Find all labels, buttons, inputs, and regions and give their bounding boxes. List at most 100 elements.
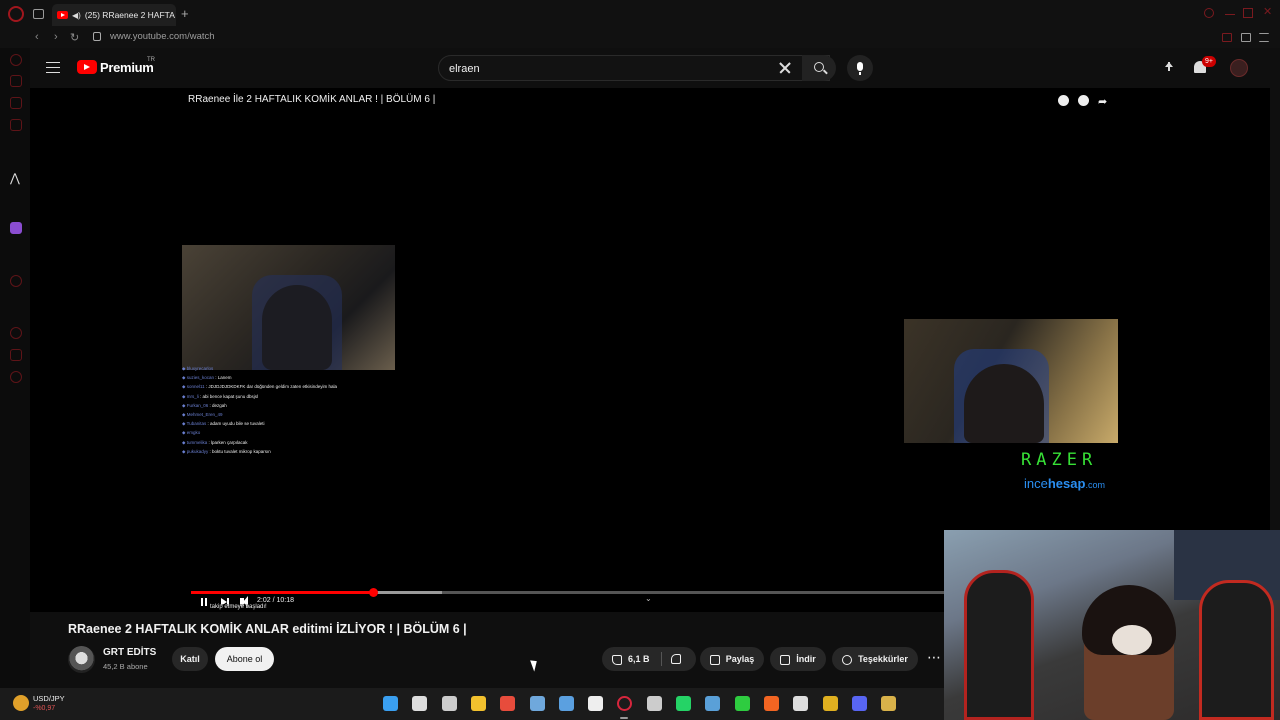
sidebar-aria-icon[interactable]: ⋀	[10, 171, 22, 185]
download-button[interactable]: İndir	[770, 647, 826, 671]
hamburger-menu-icon[interactable]	[46, 62, 60, 73]
browser-tab-bar: ◀) (25) RRaenee 2 HAFTA + ✕	[0, 0, 1280, 28]
chevron-down-icon[interactable]: ⌄	[645, 594, 652, 603]
chat-message: ◆ bluxyrecarlos	[182, 366, 213, 372]
taskbar-task-view-icon[interactable]	[441, 696, 457, 711]
taskbar-app-2-icon[interactable]	[529, 696, 545, 711]
like-button[interactable]: 6,1 B	[612, 647, 650, 671]
taskbar-discord-icon[interactable]	[851, 696, 867, 711]
sidebar-control-icon[interactable]	[10, 54, 22, 66]
easy-setup-icon[interactable]	[1259, 33, 1269, 42]
sidebar-settings-icon[interactable]	[10, 371, 22, 383]
chat-message: ◆ pukukadyy : boktu tuvalet mikrop kapar…	[182, 449, 271, 455]
voice-search-button[interactable]	[847, 55, 873, 81]
chat-username: ◆ mrs_li	[182, 393, 199, 399]
channel-avatar[interactable]	[68, 646, 95, 673]
info-icon[interactable]	[1058, 95, 1069, 106]
sidebar-discord-icon[interactable]	[10, 119, 22, 131]
opera-gx-logo-icon[interactable]	[8, 6, 24, 22]
taskbar-app-6-icon[interactable]	[881, 696, 897, 711]
download-icon[interactable]	[1241, 33, 1251, 42]
progress-played	[191, 591, 374, 594]
taskbar-obs-icon[interactable]	[588, 696, 604, 711]
taskbar-epic-games-icon[interactable]	[646, 696, 662, 711]
taskbar-brave-icon[interactable]	[763, 696, 779, 711]
sidebar-pinboard-icon[interactable]	[10, 349, 22, 361]
sidebar-history-icon[interactable]	[10, 327, 22, 339]
video-title: RRaenee 2 HAFTALIK KOMİK ANLAR editimi İ…	[68, 622, 467, 636]
taskbar-steam-icon[interactable]	[705, 696, 721, 711]
screenshot-icon[interactable]	[1222, 33, 1232, 42]
url-field[interactable]: www.youtube.com/watch	[110, 31, 215, 42]
sidebar-twitch-app-icon[interactable]	[10, 222, 22, 234]
subscriber-count: 45,2 B abone	[103, 662, 148, 671]
taskbar-search-icon[interactable]	[412, 696, 428, 711]
tab-title: (25) RRaenee 2 HAFTA	[84, 10, 175, 20]
search-input[interactable]	[449, 61, 749, 77]
taskbar-xbox-icon[interactable]	[734, 696, 750, 711]
channel-name[interactable]: GRT EDİTS	[103, 647, 156, 658]
upload-icon[interactable]	[1163, 62, 1175, 74]
active-app-indicator	[620, 717, 629, 719]
stream-chat: ◆ bluxyrecarlos ◆ suzies_kocan : Lanem ◆ …	[182, 366, 422, 462]
youtube-premium-logo-text[interactable]: Premium	[100, 60, 154, 75]
more-actions-button[interactable]: ⋯	[924, 647, 944, 671]
tab-search-icon[interactable]	[1204, 8, 1214, 18]
taskbar-file-explorer-icon[interactable]	[470, 696, 486, 711]
incehesap-logo-hesap: hesap	[1047, 476, 1086, 491]
gaming-chair-right	[1199, 580, 1274, 720]
subscribe-button[interactable]: Abone ol	[215, 647, 274, 671]
pause-icon[interactable]	[201, 598, 207, 606]
microphone-icon	[857, 62, 863, 71]
chat-text: : dezgah	[208, 402, 227, 408]
dislike-button[interactable]	[671, 654, 681, 664]
taskbar-opera-gx-icon[interactable]	[617, 696, 633, 711]
watch-later-icon[interactable]	[1078, 95, 1089, 106]
maximize-button[interactable]	[1243, 8, 1253, 18]
close-window-button[interactable]: ✕	[1263, 5, 1273, 18]
gaming-chair-left	[964, 570, 1034, 720]
sidebar-twitch-icon[interactable]	[10, 97, 22, 109]
progress-bar[interactable]	[191, 588, 951, 597]
taskbar-windows-start-icon[interactable]	[383, 696, 398, 711]
sidebar-player-icon[interactable]	[10, 275, 22, 287]
chat-text: : adam uyudu bile se tuvaleti	[206, 421, 265, 427]
forward-button[interactable]: ›	[54, 31, 58, 43]
speaker-icon: ◀)	[72, 10, 81, 20]
chat-message: ◆ emgko	[182, 430, 200, 436]
taskbar-app-5-icon[interactable]	[822, 696, 838, 711]
reload-button[interactable]: ↻	[70, 31, 79, 44]
stock-widget-icon[interactable]	[13, 695, 29, 711]
like-dislike-group: 6,1 B	[602, 647, 696, 671]
chat-text: : Lanem	[213, 375, 232, 381]
chat-message: ◆ sonnel11 : JDJDJDJDKDKFK dar düğünden …	[182, 384, 337, 390]
share-arrow-icon[interactable]: ➦	[1098, 95, 1107, 108]
search-button[interactable]	[802, 55, 836, 81]
taskbar-whatsapp-icon[interactable]	[676, 696, 691, 711]
back-button[interactable]: ‹	[35, 31, 39, 43]
clear-search-icon[interactable]	[777, 60, 793, 76]
lock-icon[interactable]	[93, 32, 101, 41]
taskbar-chrome-icon[interactable]	[500, 696, 516, 711]
minimize-button[interactable]	[1225, 14, 1235, 15]
user-avatar[interactable]	[1230, 59, 1248, 77]
chat-text: : lparken çarpılacak	[207, 439, 248, 445]
chat-message: ◆ Mehmet_Eren_49	[182, 412, 222, 418]
scrubber-handle[interactable]	[368, 588, 378, 597]
video-overlay-title[interactable]: RRaenee İle 2 HAFTALIK KOMİK ANLAR ! | B…	[188, 94, 435, 105]
chat-username: ◆ Mehmet_Eren_49	[182, 412, 223, 417]
share-button[interactable]: Paylaş	[700, 647, 764, 671]
chat-message: ◆ Furkan_06 : dezgah	[182, 403, 227, 409]
taskbar-app-4-icon[interactable]	[793, 696, 809, 711]
tab-switcher-icon[interactable]	[33, 9, 44, 19]
join-button[interactable]: Katıl	[172, 647, 208, 671]
mouse-cursor	[530, 658, 540, 672]
browser-tab-youtube[interactable]: ◀) (25) RRaenee 2 HAFTA	[52, 4, 176, 26]
new-tab-button[interactable]: +	[181, 6, 189, 21]
thanks-button[interactable]: Teşekkürler	[832, 647, 918, 671]
sidebar-home-icon[interactable]	[10, 75, 22, 87]
stock-name[interactable]: USD/JPY	[33, 694, 65, 703]
taskbar-app-3-icon[interactable]	[558, 696, 574, 711]
download-icon	[780, 654, 791, 665]
youtube-logo-icon[interactable]	[77, 60, 97, 74]
